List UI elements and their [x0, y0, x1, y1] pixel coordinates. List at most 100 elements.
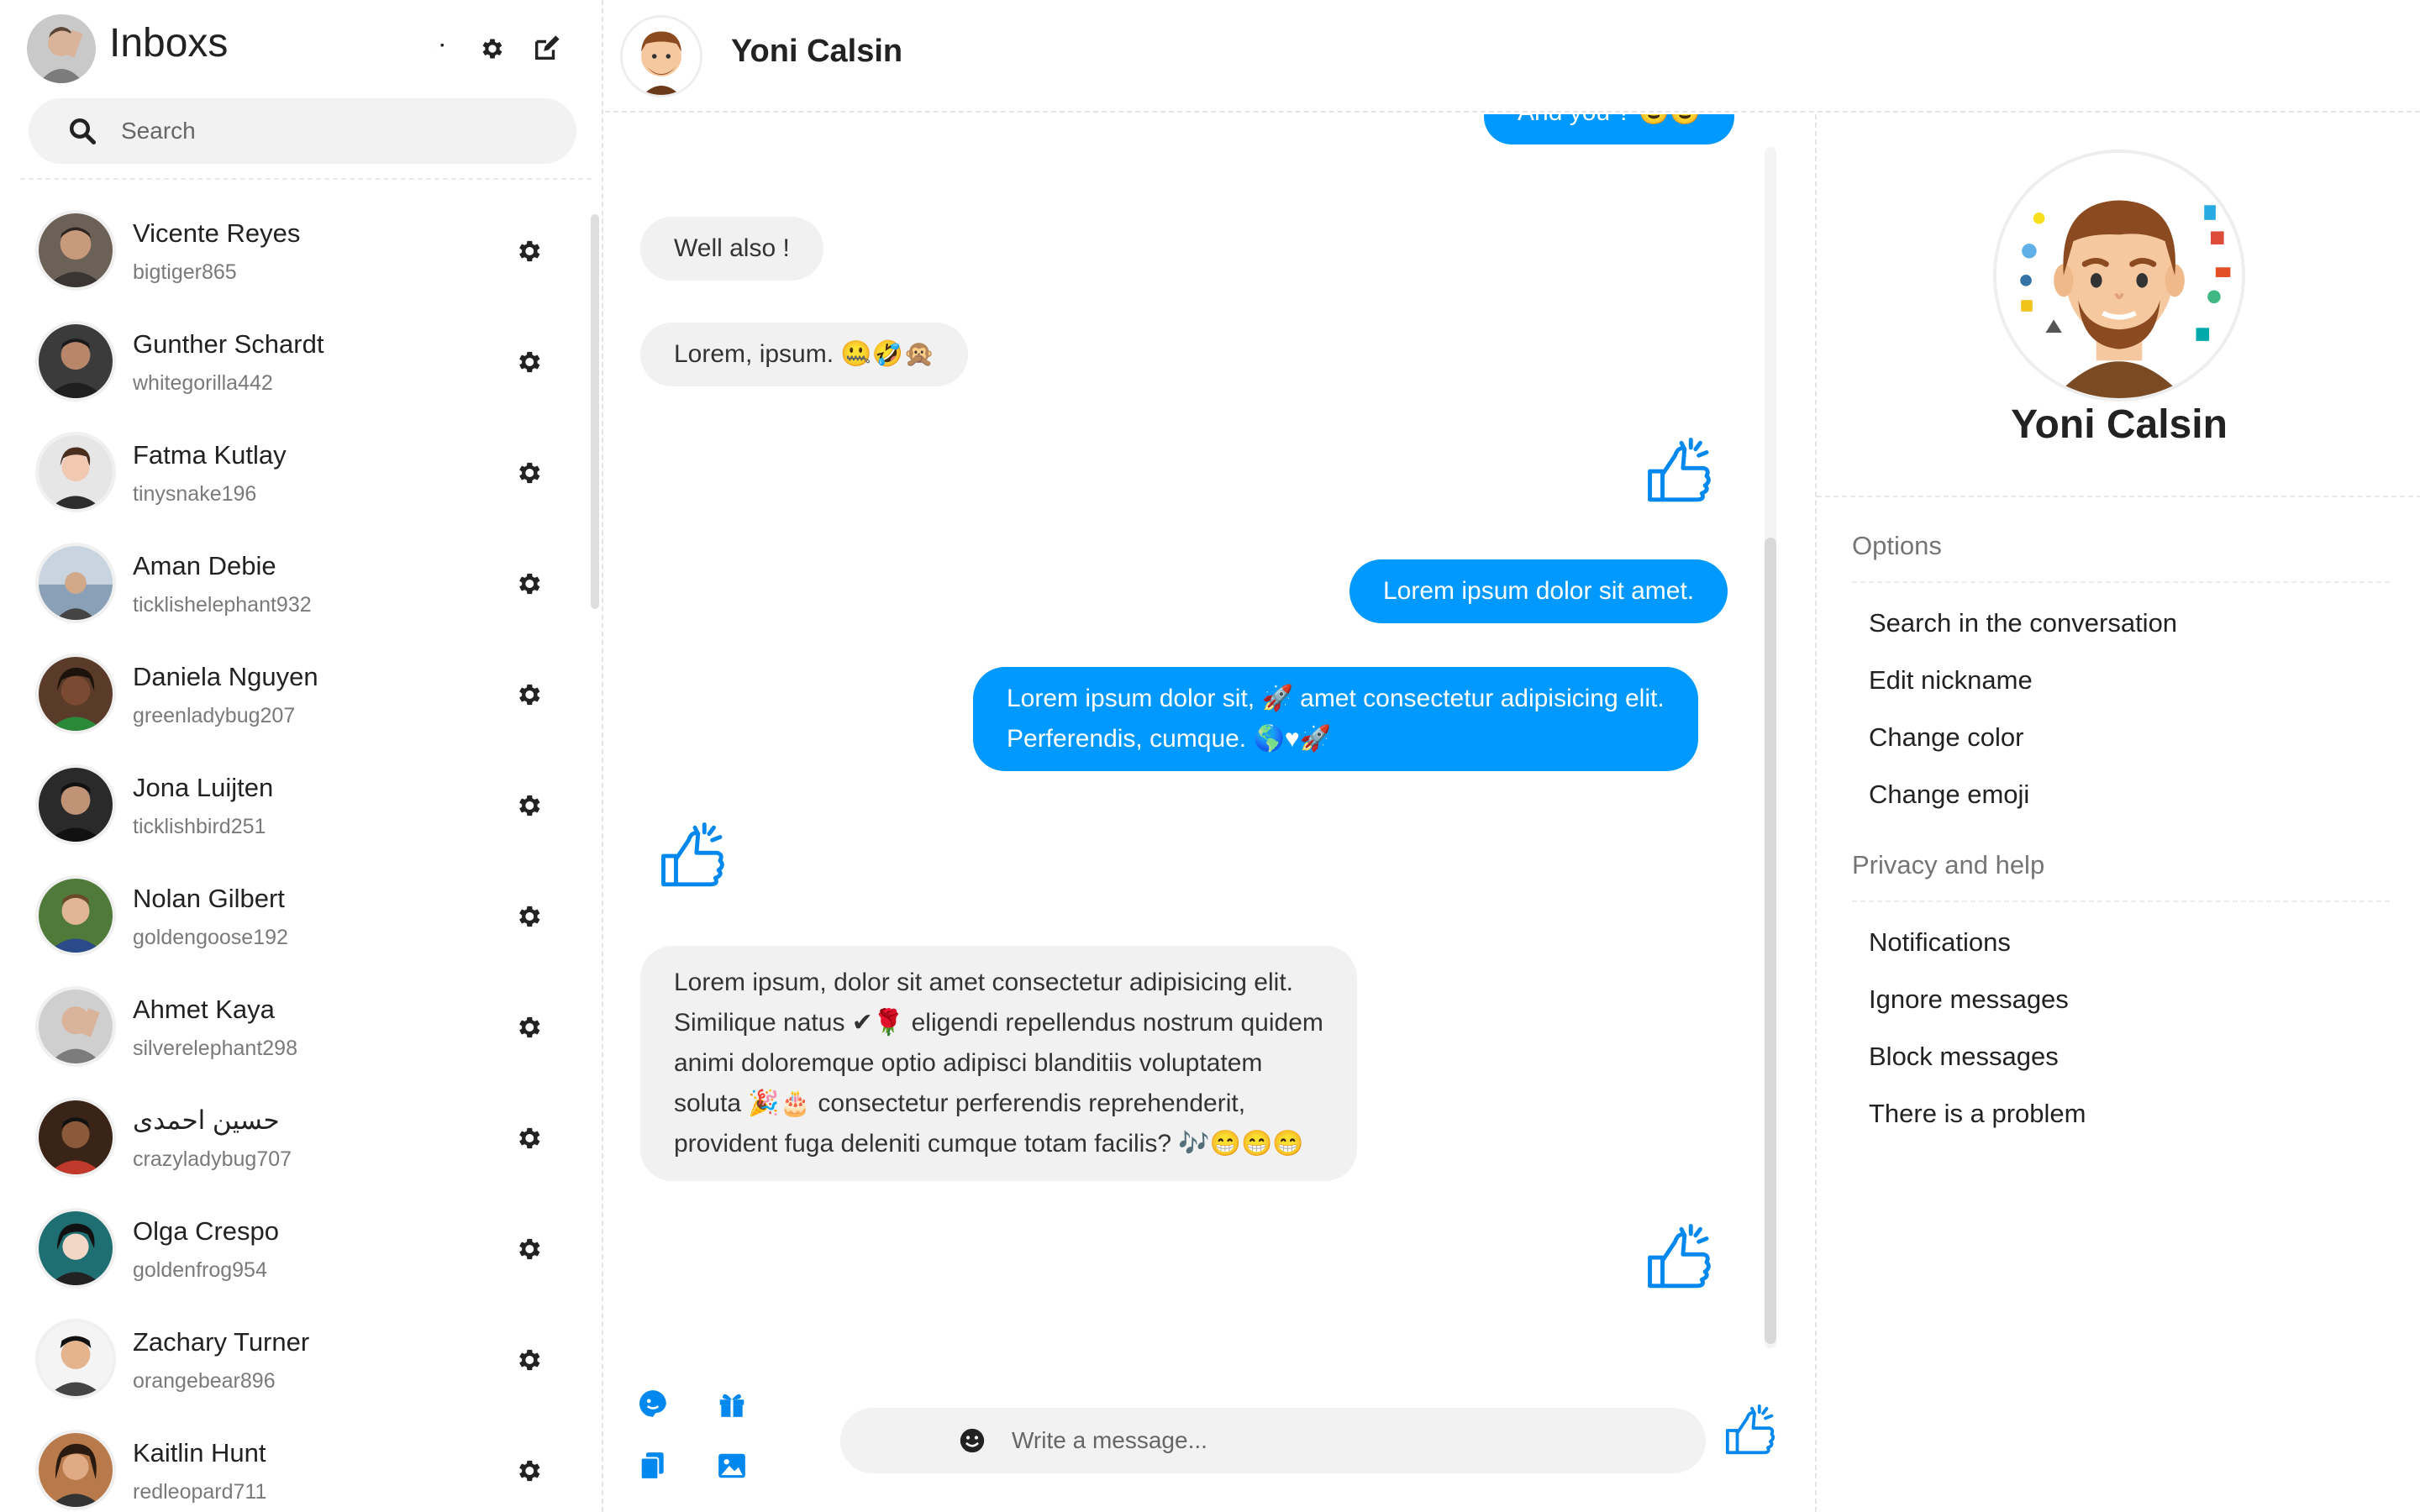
moon-icon[interactable]	[422, 32, 455, 66]
avatar	[35, 986, 116, 1067]
contact-username: whitegorilla442	[133, 371, 273, 395]
contact-item[interactable]: Daniela Nguyen greenladybug207	[0, 637, 588, 748]
message-line: Similique natus ✔🌹 eligendi repellendus …	[674, 1009, 1323, 1037]
contact-username: ticklishelephant932	[133, 593, 312, 617]
contact-name: Jona Luijten	[133, 773, 274, 802]
contact-name: Aman Debie	[133, 551, 276, 580]
contact-username: greenladybug207	[133, 704, 296, 727]
contact-avatar-large	[1993, 150, 2245, 402]
contact-item[interactable]: Olga Crespo goldenfrog954	[0, 1191, 588, 1302]
contact-name: Kaitlin Hunt	[133, 1438, 266, 1467]
message-bubble-out: Lorem ipsum dolor sit, 🚀 amet consectetu…	[973, 667, 1698, 771]
gear-icon[interactable]	[514, 570, 543, 598]
gear-icon[interactable]	[514, 1457, 543, 1485]
search-input[interactable]	[121, 110, 558, 152]
gear-icon[interactable]	[514, 680, 543, 709]
avatar	[35, 432, 116, 512]
option-notifications[interactable]: Notifications	[1869, 927, 2011, 958]
contact-username: bigtiger865	[133, 260, 237, 284]
chat-avatar[interactable]	[620, 15, 702, 97]
contact-name: Daniela Nguyen	[133, 662, 318, 691]
option-search-conversation[interactable]: Search in the conversation	[1869, 608, 2177, 638]
gear-icon[interactable]	[514, 1124, 543, 1152]
contact-username: ticklishbird251	[133, 815, 266, 838]
divider	[1852, 581, 2390, 583]
thumbs-up-icon	[1648, 438, 1711, 502]
smile-icon[interactable]	[958, 1426, 986, 1455]
avatar	[35, 543, 116, 623]
message-line: animi doloremque optio adipisci blanditi…	[674, 1049, 1263, 1077]
contact-item[interactable]: Ahmet Kaya silverelephant298	[0, 969, 588, 1080]
option-ignore-messages[interactable]: Ignore messages	[1869, 984, 2069, 1015]
sticker-icon[interactable]	[637, 1388, 669, 1420]
avatar	[35, 764, 116, 845]
message-input[interactable]	[1012, 1420, 1684, 1462]
gear-icon[interactable]	[514, 237, 543, 265]
gear-icon[interactable]	[514, 348, 543, 376]
gear-icon[interactable]	[514, 1013, 543, 1042]
contact-name-heading: Yoni Calsin	[2011, 402, 2228, 447]
sidebar-title: Inboxs	[109, 21, 229, 66]
contact-name: Gunther Schardt	[133, 329, 324, 359]
gear-icon[interactable]	[514, 791, 543, 820]
contact-item[interactable]: Vicente Reyes bigtiger865	[0, 193, 588, 304]
contact-name: Zachary Turner	[133, 1327, 310, 1357]
message-bubble-out: Lorem ipsum dolor sit amet.	[1349, 559, 1728, 623]
avatar	[35, 1208, 116, 1289]
contact-item[interactable]: حسين احمدى crazyladybug707	[0, 1080, 588, 1191]
message-line: Perferendis, cumque. 🌎♥🚀	[1007, 725, 1332, 753]
contact-item[interactable]: Fatma Kutlay tinysnake196	[0, 415, 588, 526]
contact-item[interactable]: Aman Debie ticklishelephant932	[0, 526, 588, 637]
option-change-color[interactable]: Change color	[1869, 722, 2023, 753]
gear-icon[interactable]	[514, 902, 543, 931]
contact-list: Vicente Reyes bigtiger865 Gunther Schard…	[0, 193, 588, 1512]
contact-username: silverelephant298	[133, 1037, 297, 1060]
message-bubble-in: Well also !	[640, 217, 823, 281]
contact-username: tinysnake196	[133, 482, 257, 506]
gear-icon[interactable]	[514, 459, 543, 487]
message-line: Lorem ipsum, dolor sit amet consectetur …	[674, 969, 1293, 996]
sidebar-scrollbar[interactable]	[591, 214, 599, 609]
thumbs-up-icon	[1648, 1224, 1711, 1289]
search-bar[interactable]	[29, 98, 576, 164]
contact-item[interactable]: Gunther Schardt whitegorilla442	[0, 304, 588, 415]
chat-header: Yoni Calsin	[605, 0, 2420, 113]
section-title: Privacy and help	[1852, 850, 2045, 879]
gear-icon[interactable]	[514, 1346, 543, 1374]
thumbs-up-icon[interactable]	[1723, 1401, 1781, 1460]
contact-item[interactable]: Zachary Turner orangebear896	[0, 1302, 588, 1413]
gear-icon[interactable]	[476, 32, 509, 66]
avatar	[35, 1097, 116, 1178]
message-composer[interactable]	[840, 1408, 1706, 1473]
contact-username: goldenfrog954	[133, 1258, 267, 1282]
message-list: And you ? 😉😉 Well also ! Lorem, ipsum. 🤐…	[605, 114, 1815, 1349]
divider	[1817, 496, 2420, 497]
user-avatar[interactable]	[27, 14, 96, 83]
contact-username: goldengoose192	[133, 926, 288, 949]
option-report-problem[interactable]: There is a problem	[1869, 1099, 2086, 1129]
message-scrollbar[interactable]	[1765, 538, 1776, 1344]
message-bubble-in: Lorem ipsum, dolor sit amet consectetur …	[640, 946, 1357, 1181]
avatar	[35, 654, 116, 734]
contact-name: Olga Crespo	[133, 1216, 280, 1246]
contact-name: Fatma Kutlay	[133, 440, 287, 470]
contact-name: Nolan Gilbert	[133, 884, 285, 913]
section-title: Options	[1852, 531, 1942, 560]
contact-item[interactable]: Jona Luijten ticklishbird251	[0, 748, 588, 858]
option-change-emoji[interactable]: Change emoji	[1869, 780, 2029, 810]
contact-item[interactable]: Kaitlin Hunt redleopard711	[0, 1413, 588, 1512]
search-icon	[70, 118, 97, 145]
divider	[1852, 900, 2390, 902]
gift-icon[interactable]	[716, 1388, 748, 1420]
avatar	[35, 875, 116, 956]
compose-icon[interactable]	[529, 32, 563, 66]
file-icon[interactable]	[637, 1450, 669, 1482]
option-edit-nickname[interactable]: Edit nickname	[1869, 665, 2033, 696]
gear-icon[interactable]	[514, 1235, 543, 1263]
option-block-messages[interactable]: Block messages	[1869, 1042, 2059, 1072]
contact-item[interactable]: Nolan Gilbert goldengoose192	[0, 858, 588, 969]
message-bubble-in: Lorem, ipsum. 🤐🤣🙊	[640, 323, 969, 386]
image-icon[interactable]	[716, 1450, 748, 1482]
avatar	[35, 1319, 116, 1399]
message-line: Lorem ipsum dolor sit, 🚀 amet consectetu…	[1007, 685, 1665, 712]
